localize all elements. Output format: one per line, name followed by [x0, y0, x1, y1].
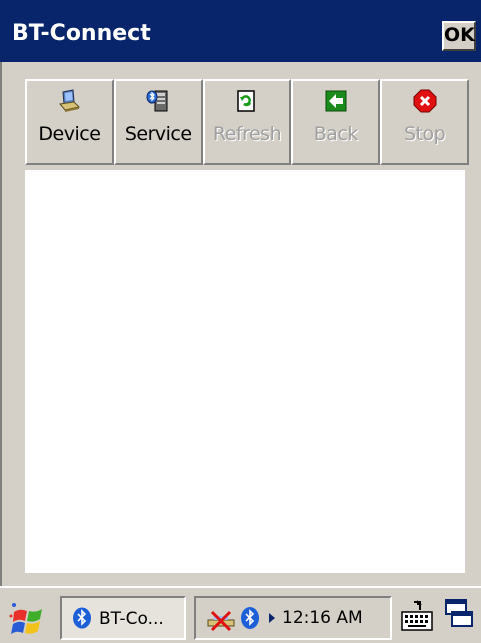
- bluetooth-icon: [73, 607, 91, 629]
- refresh-icon: [237, 90, 255, 112]
- clock[interactable]: 12:16 AM: [282, 608, 363, 628]
- device-button[interactable]: Device: [25, 79, 114, 165]
- window-switch-icon[interactable]: [442, 596, 476, 636]
- task-bt-connect[interactable]: BT-Co...: [60, 596, 186, 640]
- taskbar: BT-Co... 12:16 AM: [0, 586, 481, 643]
- toolbar: Device Service Refresh Back Stop: [25, 79, 469, 165]
- service-icon: [146, 90, 168, 112]
- system-tray: 12:16 AM: [194, 596, 392, 640]
- task-label: BT-Co...: [99, 609, 164, 629]
- refresh-button[interactable]: Refresh: [202, 79, 292, 165]
- screen: BT-Connect OK Device Service Refresh Bac…: [0, 0, 481, 643]
- service-button[interactable]: Service: [113, 79, 203, 165]
- stop-label: Stop: [403, 123, 446, 145]
- back-icon: [325, 90, 347, 112]
- device-list[interactable]: [25, 170, 465, 573]
- title-bar: BT-Connect OK: [0, 0, 481, 62]
- stop-icon: [413, 89, 437, 113]
- refresh-label: Refresh: [212, 123, 282, 145]
- device-icon: [59, 89, 81, 112]
- window-title: BT-Connect: [12, 21, 151, 46]
- service-label: Service: [124, 123, 192, 145]
- device-label: Device: [38, 123, 101, 145]
- bluetooth-tray-icon[interactable]: [240, 606, 260, 630]
- start-windows-icon[interactable]: [8, 598, 52, 640]
- back-button[interactable]: Back: [291, 79, 381, 165]
- stop-button[interactable]: Stop: [380, 79, 469, 165]
- keyboard-icon[interactable]: [400, 598, 434, 636]
- back-label: Back: [313, 123, 359, 145]
- tray-arrow-icon[interactable]: [268, 612, 276, 624]
- ok-button[interactable]: OK: [442, 21, 476, 51]
- network-disconnected-icon[interactable]: [206, 608, 236, 632]
